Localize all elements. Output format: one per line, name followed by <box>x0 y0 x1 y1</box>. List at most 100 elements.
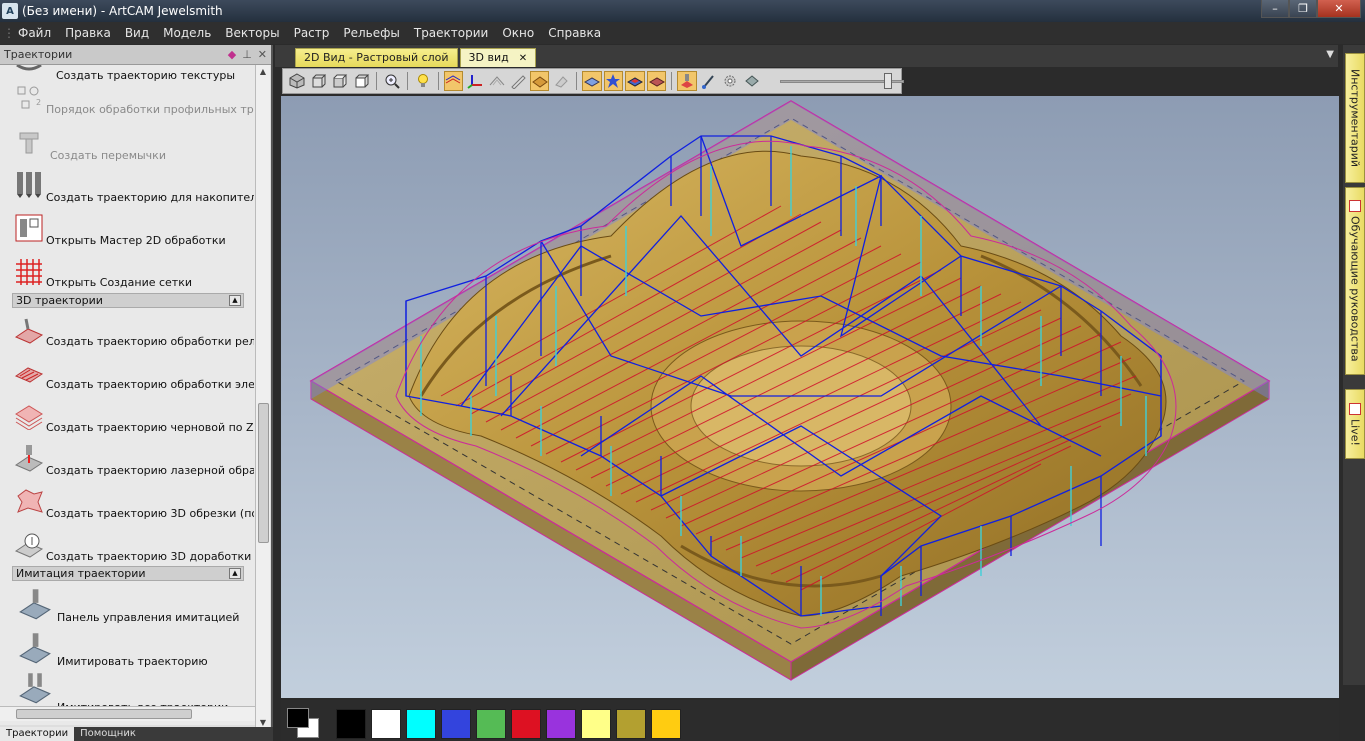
item-label: Создать траекторию черновой по Z <box>46 421 254 434</box>
z-roughing-icon <box>15 405 43 430</box>
menu-file[interactable]: Файл <box>11 26 58 40</box>
list-item-tool-magazine[interactable]: Создать траекторию для накопителя св <box>0 167 255 209</box>
iso-view-icon[interactable] <box>287 71 307 91</box>
color-swatch[interactable] <box>581 709 611 739</box>
color-swatch[interactable] <box>441 709 471 739</box>
color-swatch[interactable] <box>336 709 366 739</box>
list-item-z-roughing[interactable]: Создать траекторию черновой по Z <box>0 400 255 442</box>
color-relief-icon[interactable] <box>646 71 667 91</box>
list-item-laser-machining[interactable]: Создать траекторию лазерной обработ <box>0 443 255 485</box>
tab-assistant[interactable]: Помощник <box>74 727 142 741</box>
right-dock: Инструментарий Обучающие руководства Liv… <box>1343 45 1365 685</box>
list-item-3d-trim[interactable]: Создать траекторию 3D обрезки (по про <box>0 486 255 528</box>
item-label: Порядок обработки профильных траект <box>46 103 254 116</box>
panel-eraser-icon[interactable]: ◆ <box>228 48 236 61</box>
layer-relief-icon[interactable] <box>625 71 645 91</box>
list-item-2d-wizard[interactable]: Открыть Мастер 2D обработки <box>0 211 255 253</box>
panel-vertical-scrollbar[interactable]: ▲ ▼ <box>255 65 270 730</box>
panel-horizontal-scrollbar[interactable] <box>0 706 255 721</box>
close-tab-icon[interactable]: ✕ <box>519 53 527 64</box>
shaded-relief-icon[interactable] <box>529 71 550 91</box>
3d-viewport[interactable] <box>281 96 1339 698</box>
wireframe-icon[interactable] <box>487 71 507 91</box>
menu-bitmap[interactable]: Растр <box>287 26 337 40</box>
item-label: Панель управления имитацией <box>57 611 240 624</box>
menu-window[interactable]: Окно <box>495 26 541 40</box>
profile-order-icon: 2 <box>17 86 41 109</box>
menu-model[interactable]: Модель <box>156 26 218 40</box>
relief-machining-icon <box>14 318 44 344</box>
tab-toolpaths[interactable]: Траектории <box>0 727 75 741</box>
slider-knob[interactable] <box>883 73 892 89</box>
list-item-simulation-panel[interactable]: Панель управления имитацией <box>0 587 255 629</box>
item-label: Создать траекторию для накопителя св <box>46 191 254 204</box>
list-item-grid[interactable]: Открыть Создание сетки <box>0 255 255 297</box>
minimize-button[interactable]: – <box>1261 0 1289 18</box>
list-item-relief-machining[interactable]: Создать траекторию обработки рельеф <box>0 315 255 357</box>
item-label: Имитировать траекторию <box>57 655 208 668</box>
color-swatch[interactable] <box>546 709 576 739</box>
toolbar-separator <box>437 72 439 90</box>
color-swatch[interactable] <box>651 709 681 739</box>
tab-tutorials[interactable]: Обучающие руководства <box>1345 187 1365 375</box>
color-swatch[interactable] <box>371 709 401 739</box>
section-3d-toolpaths[interactable]: 3D траектории ▲ <box>12 293 244 308</box>
panel-close-icon[interactable]: ✕ <box>258 48 267 61</box>
top-view-icon[interactable] <box>352 71 372 91</box>
color-swatch[interactable] <box>616 709 646 739</box>
item-label: Создать траекторию лазерной обработ <box>46 464 254 477</box>
menu-toolpaths[interactable]: Траектории <box>407 26 495 40</box>
close-button[interactable]: ✕ <box>1317 0 1361 18</box>
color-swatch[interactable] <box>511 709 541 739</box>
diamond-icon[interactable] <box>742 71 762 91</box>
axes-icon[interactable] <box>465 71 485 91</box>
live-icon <box>1349 402 1361 415</box>
menu-view[interactable]: Вид <box>118 26 156 40</box>
material-block-icon[interactable] <box>582 71 602 91</box>
menu-edit[interactable]: Правка <box>58 26 118 40</box>
show-toolpaths-icon[interactable] <box>443 71 464 91</box>
collapse-up-icon[interactable]: ▲ <box>229 295 241 306</box>
tab-label: 2D Вид - Растровый слой <box>304 51 449 64</box>
menu-help[interactable]: Справка <box>541 26 608 40</box>
collapse-up-icon[interactable]: ▲ <box>229 568 241 579</box>
eraser-icon[interactable] <box>551 71 571 91</box>
list-item-simulate[interactable]: Имитировать траекторию <box>0 631 255 673</box>
render-icon[interactable] <box>677 71 698 91</box>
foreground-color-swatch[interactable] <box>287 708 309 728</box>
section-title: Имитация траектории <box>16 567 146 580</box>
pencil-icon[interactable] <box>508 71 528 91</box>
zoom-icon[interactable] <box>382 71 402 91</box>
current-colors[interactable] <box>285 708 325 740</box>
list-item-3d-rest[interactable]: Создать траекторию 3D доработки <box>0 529 255 571</box>
toolpaths-panel: Траектории ◆ ⊥ ✕ Создать траекторию текс… <box>0 45 273 741</box>
list-item-feature-machining[interactable]: Создать траекторию обработки элемент <box>0 358 255 400</box>
side-view-icon[interactable] <box>330 71 350 91</box>
light-icon[interactable] <box>413 71 433 91</box>
list-item-bridges: Создать перемычки <box>0 125 255 167</box>
settings-gear-icon[interactable] <box>721 71 741 91</box>
tab-toolbox[interactable]: Инструментарий <box>1345 53 1365 183</box>
scroll-thumb[interactable] <box>258 403 269 543</box>
tab-3d-view[interactable]: 3D вид ✕ <box>459 48 537 67</box>
tab-2d-view[interactable]: 2D Вид - Растровый слой <box>295 48 458 67</box>
section-simulation[interactable]: Имитация траектории ▲ <box>12 566 244 581</box>
menu-reliefs[interactable]: Рельефы <box>336 26 406 40</box>
maximize-button[interactable]: ❐ <box>1289 0 1317 18</box>
hscroll-thumb[interactable] <box>16 709 192 719</box>
color-swatch[interactable] <box>406 709 436 739</box>
color-swatch[interactable] <box>476 709 506 739</box>
star-relief-icon[interactable] <box>603 71 624 91</box>
laser-machining-icon <box>14 445 44 472</box>
front-view-icon[interactable] <box>309 71 329 91</box>
bridges-icon <box>19 132 39 154</box>
scroll-up-icon[interactable]: ▲ <box>256 65 270 79</box>
tabs-dropdown-icon[interactable]: ▼ <box>1326 49 1334 60</box>
transparency-slider[interactable] <box>779 71 904 91</box>
panel-pin-icon[interactable]: ⊥ <box>242 48 252 61</box>
item-label: Создать траекторию 3D обрезки (по про <box>46 507 254 520</box>
menu-vectors[interactable]: Векторы <box>218 26 286 40</box>
brush-icon[interactable] <box>699 71 719 91</box>
artcam-logo-icon: A <box>2 3 18 19</box>
tab-live[interactable]: Live! <box>1345 389 1365 459</box>
